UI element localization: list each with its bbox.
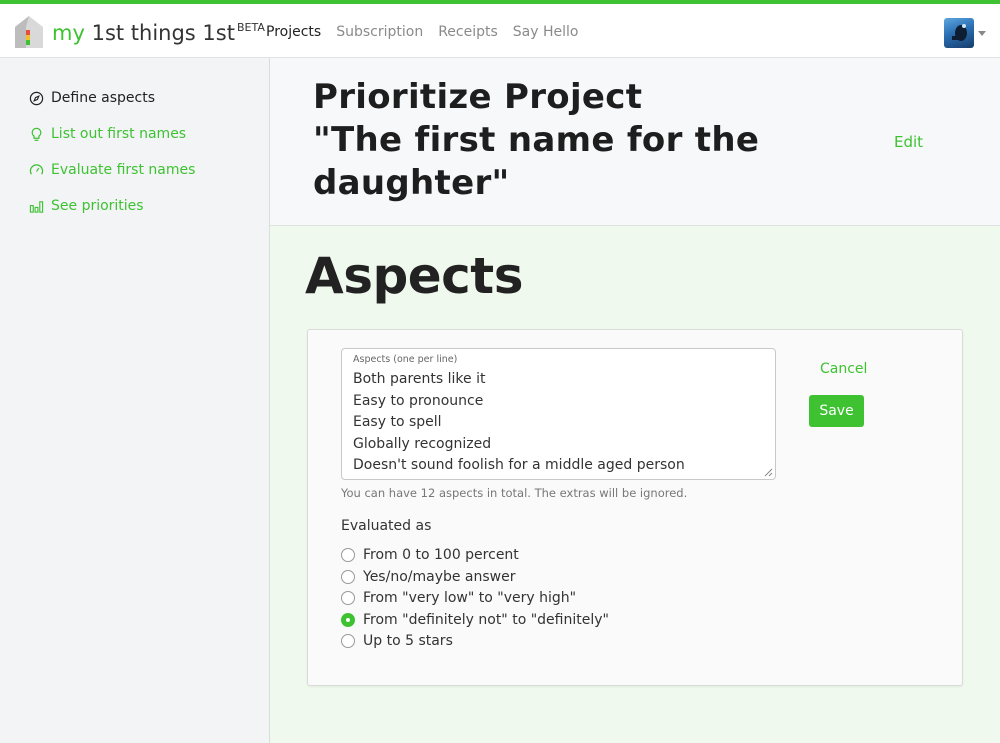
sidebar-item-define-aspects[interactable]: Define aspects xyxy=(29,90,155,106)
lightbulb-icon xyxy=(31,127,42,141)
top-navbar: my 1st things 1st BETA Projects Subscript… xyxy=(0,0,1000,58)
brand-my: my xyxy=(52,21,85,45)
radio-button[interactable] xyxy=(341,548,355,562)
aspects-form-card: Aspects (one per line) Both parents like… xyxy=(307,329,963,686)
aspects-textarea[interactable]: Aspects (one per line) Both parents like… xyxy=(341,348,776,480)
sidebar-item-label: Evaluate first names xyxy=(51,162,196,178)
sidebar-item-label: List out first names xyxy=(51,126,187,142)
title-line-1: Prioritize Project xyxy=(313,77,643,117)
cancel-button[interactable]: Cancel xyxy=(820,361,867,377)
nav-subscription[interactable]: Subscription xyxy=(336,24,423,40)
sidebar-item-see-priorities[interactable]: See priorities xyxy=(29,198,144,214)
user-avatar[interactable] xyxy=(944,18,974,48)
option-percent[interactable]: From 0 to 100 percent xyxy=(341,547,519,563)
bar-chart-icon xyxy=(29,200,44,213)
sidebar-item-label: See priorities xyxy=(51,198,144,214)
brand-rest: 1st things 1st xyxy=(91,21,235,45)
sidebar-item-label: Define aspects xyxy=(51,90,156,106)
option-label: Up to 5 stars xyxy=(363,633,453,649)
option-very-low-high[interactable]: From "very low" to "very high" xyxy=(341,590,576,606)
page-title: Prioritize Project "The first name for t… xyxy=(313,76,813,205)
compass-icon xyxy=(29,91,44,105)
radio-button[interactable] xyxy=(341,634,355,648)
house-logo-icon[interactable] xyxy=(14,15,44,49)
option-label: Yes/no/maybe answer xyxy=(363,569,516,585)
option-definitely[interactable]: From "definitely not" to "definitely" xyxy=(341,612,609,628)
aspect-line: Easy to spell xyxy=(353,414,442,430)
option-label: From 0 to 100 percent xyxy=(363,547,519,563)
textarea-label: Aspects (one per line) xyxy=(353,354,458,365)
edit-link[interactable]: Edit xyxy=(894,133,923,151)
option-yes-no-maybe[interactable]: Yes/no/maybe answer xyxy=(341,569,516,585)
aspect-line: Globally recognized xyxy=(353,435,492,452)
main-nav: Projects Subscription Receipts Say Hello xyxy=(266,24,593,40)
section-title: Aspects xyxy=(305,247,523,305)
radio-button-selected[interactable] xyxy=(341,613,355,627)
beta-badge: BETA xyxy=(236,21,265,34)
save-button[interactable]: Save xyxy=(809,395,864,427)
title-line-2: "The first name for the daughter" xyxy=(313,120,760,203)
sidebar-item-list-first-names[interactable]: List out first names xyxy=(29,126,186,142)
resize-handle-icon[interactable] xyxy=(764,468,773,477)
diver-avatar-image xyxy=(952,24,967,41)
aspect-line: Both parents like it xyxy=(353,371,486,387)
nav-say-hello[interactable]: Say Hello xyxy=(513,24,579,40)
textarea-content: Both parents like it Easy to pronounce E… xyxy=(353,369,685,477)
aspect-line: Doesn't sound foolish for a middle aged … xyxy=(353,457,685,473)
radio-button[interactable] xyxy=(341,570,355,584)
radio-button[interactable] xyxy=(341,591,355,605)
gauge-icon xyxy=(29,163,44,175)
brand-name[interactable]: my 1st things 1st BETA xyxy=(52,21,265,45)
evaluated-as-label: Evaluated as xyxy=(341,518,432,534)
aspects-helper-text: You can have 12 aspects in total. The ex… xyxy=(341,486,688,500)
option-label: From "definitely not" to "definitely" xyxy=(363,612,609,628)
option-stars[interactable]: Up to 5 stars xyxy=(341,633,453,649)
sidebar-item-evaluate-first-names[interactable]: Evaluate first names xyxy=(29,162,195,178)
sidebar: Define aspects List out first names Eval… xyxy=(0,58,270,743)
nav-receipts[interactable]: Receipts xyxy=(438,24,498,40)
option-label: From "very low" to "very high" xyxy=(363,590,577,606)
account-dropdown-icon[interactable] xyxy=(978,31,986,36)
aspect-line: Easy to pronounce xyxy=(353,392,484,409)
project-header: Prioritize Project "The first name for t… xyxy=(270,58,1000,226)
nav-projects[interactable]: Projects xyxy=(266,24,321,40)
